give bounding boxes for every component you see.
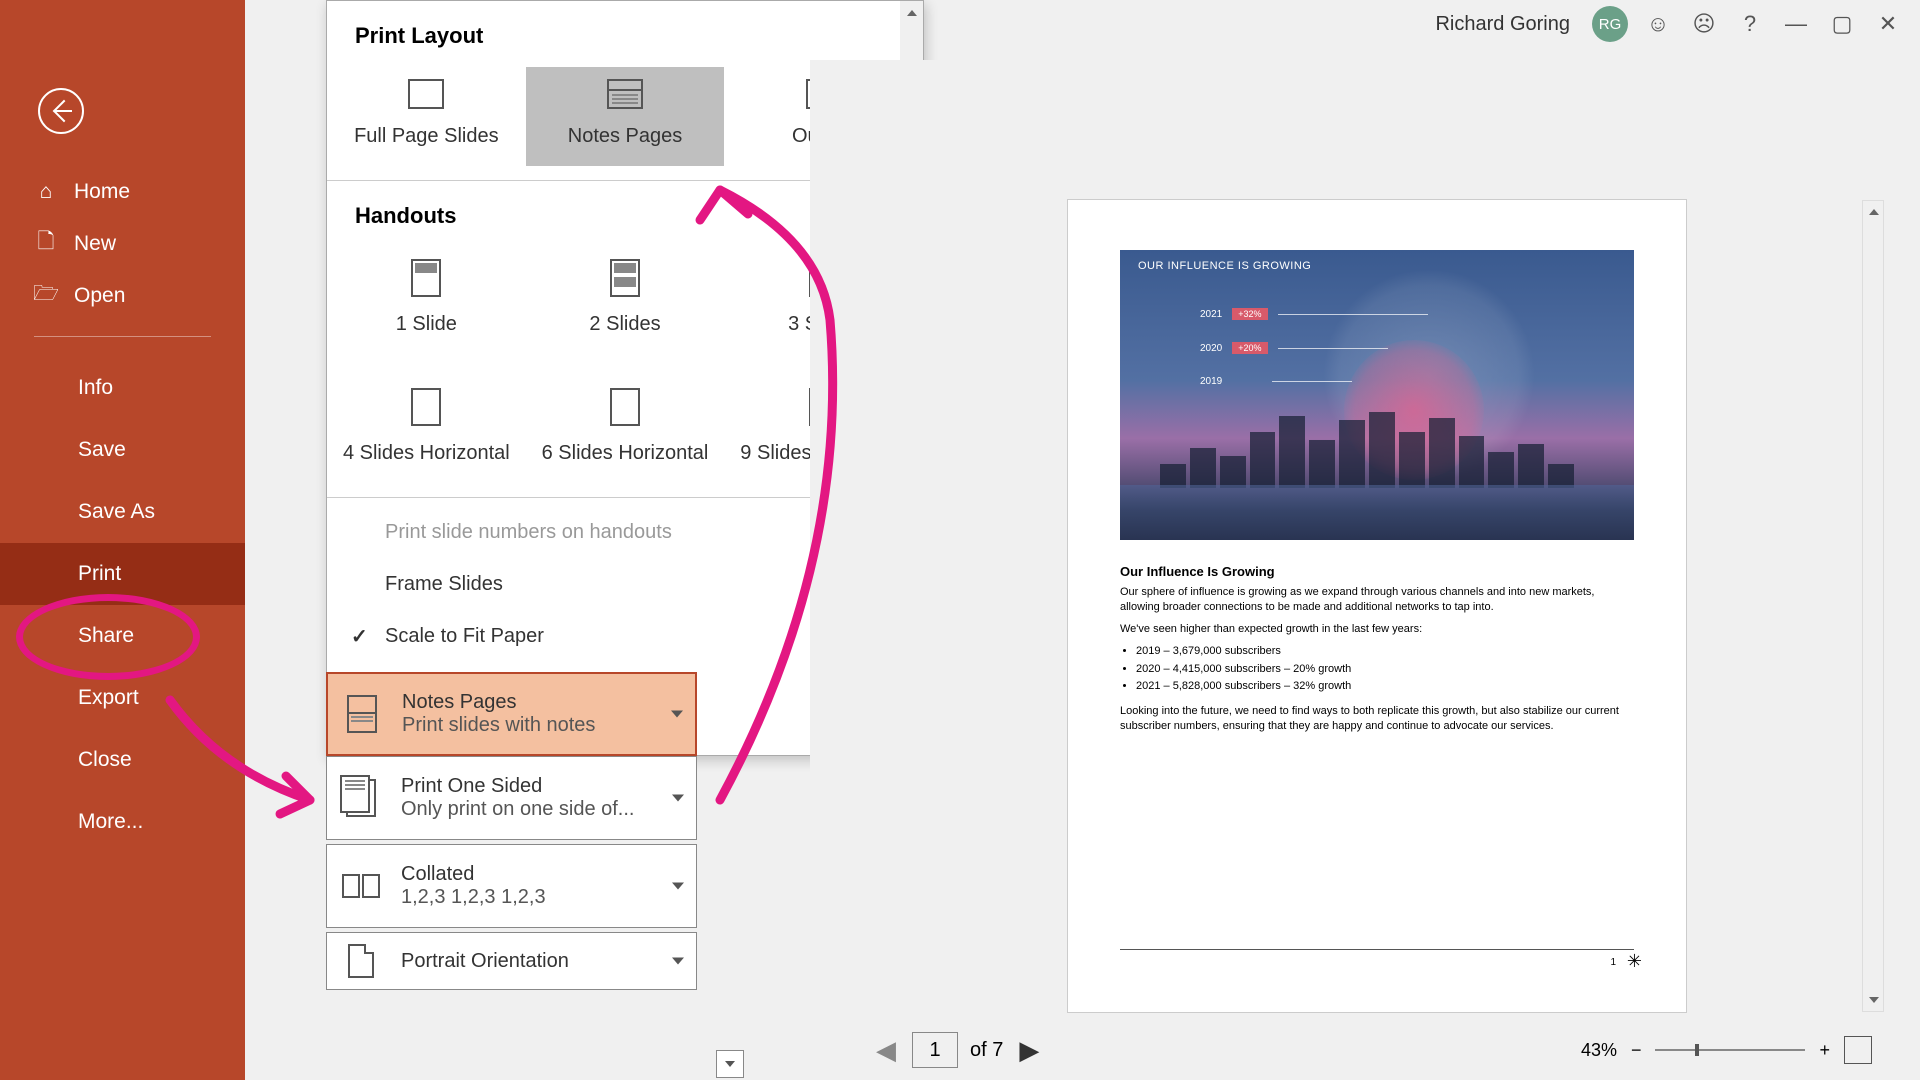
sidebar-item-info[interactable]: Info	[34, 357, 211, 419]
sidebar-item-label: Save	[78, 438, 126, 462]
setting-sided[interactable]: Print One Sided Only print on one side o…	[326, 756, 697, 840]
tile-notes-pages[interactable]: Notes Pages	[526, 67, 725, 166]
six-slides-icon	[610, 388, 640, 426]
help-icon[interactable]: ?	[1734, 8, 1766, 40]
chevron-down-icon	[672, 883, 684, 890]
sidebar-item-new[interactable]: 🗋 New	[34, 218, 211, 270]
page-number: 1	[1610, 957, 1616, 968]
setting-title: Portrait Orientation	[401, 950, 569, 973]
slide-thumbnail: OUR INFLUENCE IS GROWING 2021+32% 2020+2…	[1120, 250, 1634, 540]
setting-orientation[interactable]: Portrait Orientation	[326, 932, 697, 990]
tile-4-slides-horizontal[interactable]: 4 Slides Horizontal	[327, 376, 526, 483]
sidebar-item-label: Share	[78, 624, 134, 648]
close-window-icon[interactable]: ✕	[1872, 8, 1904, 40]
notes-text: Looking into the future, we need to find…	[1120, 704, 1634, 735]
sidebar-item-label: Export	[78, 686, 139, 710]
preview-scrollbar[interactable]	[1862, 200, 1884, 1012]
tile-1-slide[interactable]: 1 Slide	[327, 247, 526, 354]
tile-full-page-slides[interactable]: Full Page Slides	[327, 67, 526, 166]
four-slides-icon	[411, 388, 441, 426]
user-avatar[interactable]: RG	[1592, 6, 1628, 42]
sidebar-item-label: More...	[78, 810, 143, 834]
preview-page: OUR INFLUENCE IS GROWING 2021+32% 2020+2…	[1068, 200, 1686, 1012]
page-total: of 7	[970, 1039, 1003, 1062]
check-icon: ✓	[351, 624, 368, 649]
sidebar-item-label: Home	[74, 180, 130, 204]
portrait-icon	[339, 939, 383, 983]
user-name: Richard Goring	[1435, 13, 1570, 36]
footer-rule	[1120, 949, 1634, 950]
zoom-percent: 43%	[1581, 1040, 1617, 1061]
chevron-down-icon	[672, 958, 684, 965]
minimize-icon[interactable]: —	[1780, 8, 1812, 40]
sidebar-item-print[interactable]: Print	[0, 543, 245, 605]
sidebar-item-home[interactable]: ⌂ Home	[34, 166, 211, 218]
zoom-out-button[interactable]: −	[1631, 1040, 1642, 1061]
frown-icon[interactable]: ☹	[1688, 8, 1720, 40]
smile-icon[interactable]: ☺	[1642, 8, 1674, 40]
setting-title: Notes Pages	[402, 691, 595, 714]
sidebar-item-label: Save As	[78, 500, 155, 524]
sidebar-item-share[interactable]: Share	[34, 605, 211, 667]
chevron-down-icon	[671, 711, 683, 718]
setting-layout[interactable]: Notes Pages Print slides with notes	[326, 672, 697, 756]
notes-pages-icon	[340, 692, 384, 736]
setting-title: Print One Sided	[401, 775, 634, 798]
two-slides-icon	[610, 259, 640, 297]
sidebar-item-label: Open	[74, 284, 125, 308]
setting-collated[interactable]: Collated 1,2,3 1,2,3 1,2,3	[326, 844, 697, 928]
notes-bullet: 2021 – 5,828,000 subscribers – 32% growt…	[1136, 678, 1634, 696]
notes-pages-icon	[607, 79, 643, 109]
setting-subtitle: Print slides with notes	[402, 714, 595, 737]
prev-page-button[interactable]: ◀	[868, 1035, 904, 1066]
back-button[interactable]	[38, 88, 84, 134]
slide-title: OUR INFLUENCE IS GROWING	[1138, 260, 1311, 272]
notes-text: Our sphere of influence is growing as we…	[1120, 585, 1634, 616]
collated-icon	[339, 864, 383, 908]
setting-title: Collated	[401, 863, 546, 886]
tile-2-slides[interactable]: 2 Slides	[526, 247, 725, 354]
chevron-down-icon	[672, 795, 684, 802]
sidebar-item-label: Info	[78, 376, 113, 400]
home-icon: ⌂	[34, 180, 58, 204]
sidebar-item-more[interactable]: More...	[34, 791, 211, 853]
sidebar-item-export[interactable]: Export	[34, 667, 211, 729]
logo-icon: ✳	[1627, 951, 1642, 972]
zoom-slider[interactable]	[1655, 1049, 1805, 1051]
sidebar-item-save[interactable]: Save	[34, 419, 211, 481]
sidebar-item-saveas[interactable]: Save As	[34, 481, 211, 543]
next-page-button[interactable]: ▶	[1011, 1035, 1047, 1066]
settings-more-dropdown[interactable]	[716, 1050, 744, 1078]
new-icon: 🗋	[34, 232, 58, 256]
open-icon: 🗁	[34, 284, 58, 308]
sidebar-item-label: New	[74, 232, 116, 256]
scroll-up-icon[interactable]	[1863, 201, 1885, 223]
maximize-icon[interactable]: ▢	[1826, 8, 1858, 40]
sidebar-item-label: Close	[78, 748, 132, 772]
fit-to-window-button[interactable]	[1844, 1036, 1872, 1064]
setting-subtitle: 1,2,3 1,2,3 1,2,3	[401, 886, 546, 909]
full-page-slides-icon	[408, 79, 444, 109]
sidebar-item-close[interactable]: Close	[34, 729, 211, 791]
backstage-sidebar: ⌂ Home 🗋 New 🗁 Open Info Save Save As Pr…	[0, 0, 245, 1080]
notes-bullet: 2019 – 3,679,000 subscribers	[1136, 643, 1634, 661]
section-print-layout: Print Layout	[327, 1, 923, 59]
preview-footer: ◀ 1 of 7 ▶ 43% − +	[810, 1028, 1920, 1072]
tile-6-slides-horizontal[interactable]: 6 Slides Horizontal	[526, 376, 725, 483]
zoom-in-button[interactable]: +	[1819, 1040, 1830, 1061]
slide-notes: Our Influence Is Growing Our sphere of i…	[1120, 564, 1634, 735]
page-input[interactable]: 1	[912, 1032, 958, 1068]
scroll-down-icon[interactable]	[1863, 989, 1885, 1011]
print-settings: Notes Pages Print slides with notes Prin…	[326, 756, 697, 990]
one-slide-icon	[411, 259, 441, 297]
notes-heading: Our Influence Is Growing	[1120, 564, 1634, 579]
notes-text: We've seen higher than expected growth i…	[1120, 622, 1634, 637]
scroll-up-icon[interactable]	[900, 1, 923, 24]
notes-bullet: 2020 – 4,415,000 subscribers – 20% growt…	[1136, 661, 1634, 679]
one-sided-icon	[339, 776, 383, 820]
setting-subtitle: Only print on one side of...	[401, 798, 634, 821]
sidebar-item-open[interactable]: 🗁 Open	[34, 270, 211, 322]
sidebar-item-label: Print	[78, 562, 121, 586]
print-preview-area: OUR INFLUENCE IS GROWING 2021+32% 2020+2…	[810, 60, 1884, 1020]
